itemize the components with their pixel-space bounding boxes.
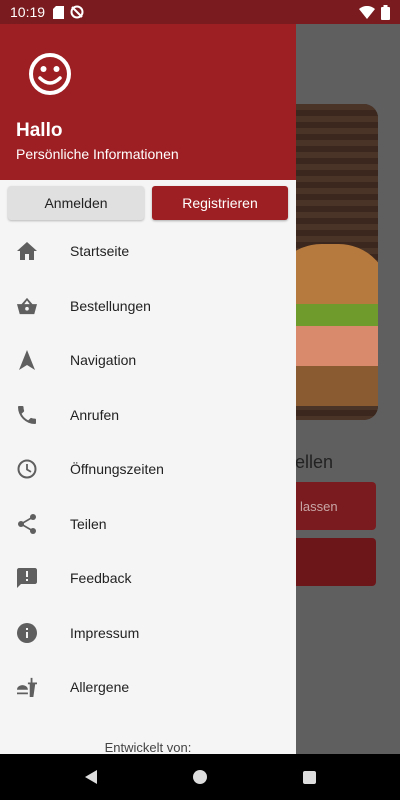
navigation-drawer: Hallo Persönliche Informationen Anmelden…: [0, 0, 296, 755]
menu-item-feedback[interactable]: Feedback: [0, 551, 296, 606]
menu-item-label: Anrufen: [70, 406, 120, 423]
greeting-title: Hallo: [16, 120, 63, 141]
drawer-header: Hallo Persönliche Informationen: [0, 0, 296, 180]
personal-info-link[interactable]: Persönliche Informationen: [16, 146, 179, 162]
menu-item-label: Öffnungszeiten: [70, 461, 164, 478]
clock-icon: [17, 459, 37, 479]
menu-item-oeffnungszeiten[interactable]: Öffnungszeiten: [0, 442, 296, 497]
menu-item-anrufen[interactable]: Anrufen: [0, 388, 296, 443]
background-heading: tellen: [290, 452, 334, 472]
menu-item-impressum[interactable]: Impressum: [0, 606, 296, 661]
basket-icon: [17, 296, 37, 316]
status-time: 10:19: [10, 4, 46, 20]
menu-item-startseite[interactable]: Startseite: [0, 224, 296, 279]
home-button-icon[interactable]: [192, 770, 207, 784]
background-button-primary[interactable]: lassen: [290, 482, 376, 530]
home-icon: [17, 241, 37, 261]
phone-icon: [17, 405, 37, 425]
register-button[interactable]: Registrieren: [152, 186, 288, 220]
menu-item-teilen[interactable]: Teilen: [0, 497, 296, 552]
menu-item-label: Allergene: [70, 679, 130, 696]
recent-apps-icon[interactable]: [302, 770, 316, 784]
system-navigation-bar: [0, 754, 400, 800]
developer-credit: Entwickelt von:: [104, 740, 192, 755]
menu-item-navigation[interactable]: Navigation: [0, 333, 296, 388]
login-button[interactable]: Anmelden: [8, 186, 144, 220]
wifi-icon: [359, 5, 375, 19]
menu-item-label: Startseite: [70, 243, 130, 260]
share-icon: [17, 513, 37, 534]
menu-item-label: Navigation: [70, 352, 137, 369]
background-button-label: lassen: [300, 498, 338, 514]
menu-item-label: Bestellungen: [70, 297, 151, 314]
status-bar: 10:19: [0, 0, 400, 24]
smiley-icon[interactable]: [28, 52, 72, 96]
sd-card-icon: [53, 5, 65, 19]
menu-item-bestellungen[interactable]: Bestellungen: [0, 279, 296, 334]
auth-buttons: Anmelden Registrieren: [0, 180, 296, 224]
menu-item-allergene[interactable]: Allergene: [0, 660, 296, 715]
menu-item-label: Feedback: [70, 570, 132, 587]
battery-icon: [381, 4, 390, 20]
menu-item-label: Impressum: [70, 624, 140, 641]
navigation-icon: [17, 350, 37, 371]
feedback-icon: [17, 568, 37, 589]
background-button-secondary[interactable]: [290, 538, 376, 586]
drawer-menu: Startseite Bestellungen Navigation Anruf…: [0, 224, 296, 715]
info-icon: [17, 622, 37, 643]
menu-item-label: Teilen: [70, 515, 107, 532]
back-icon[interactable]: [84, 770, 97, 784]
fastfood-icon: [17, 677, 37, 698]
sync-disabled-icon: [70, 5, 84, 19]
